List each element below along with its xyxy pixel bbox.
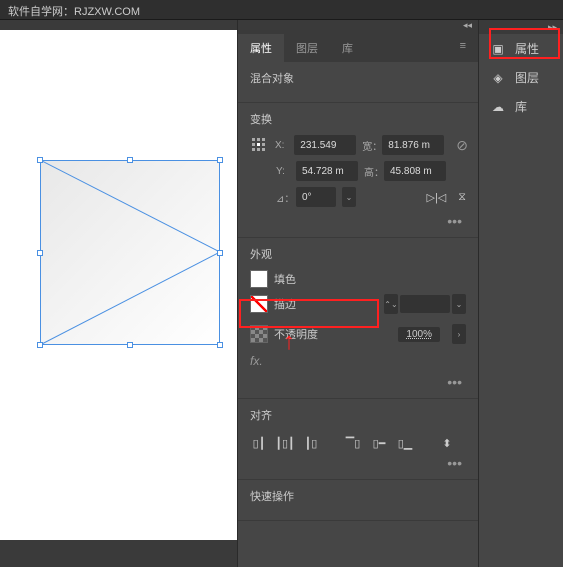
y-input[interactable] [296, 161, 358, 181]
handle-mid-left[interactable] [37, 250, 43, 256]
watermark-text: 软件自学网：RJZXW.COM [8, 6, 140, 18]
opacity-row: 不透明度 100% › [250, 320, 466, 348]
handle-top-mid[interactable] [127, 157, 133, 163]
handle-top-left[interactable] [37, 157, 43, 163]
canvas-area[interactable] [0, 20, 237, 567]
handle-top-right[interactable] [217, 157, 223, 163]
watermark-bar: 软件自学网：RJZXW.COM [0, 0, 563, 20]
quick-title: 快速操作 [250, 488, 466, 504]
transform-title: 变换 [250, 111, 466, 127]
appearance-section: 外观 填色 描边 ⌃⌄ ⌄ 不透明度 100% › f [238, 238, 478, 399]
align-hcenter[interactable]: ┃▯┃ [276, 435, 294, 451]
align-right[interactable]: ┃▯ [302, 435, 320, 451]
stroke-label: 描边 [274, 296, 378, 312]
align-section: 对齐 ▯┃ ┃▯┃ ┃▯ ▔▯ ▯━ ▯▁ ⬍ ••• [238, 399, 478, 480]
transform-more[interactable]: ••• [250, 213, 466, 229]
handle-bot-left[interactable] [37, 342, 43, 348]
side-label-properties: 属性 [515, 40, 539, 57]
appearance-title: 外观 [250, 246, 466, 262]
h-label: 高： [364, 164, 378, 179]
fill-label: 填色 [274, 271, 466, 287]
stroke-weight[interactable]: ⌃⌄ ⌄ [384, 294, 466, 314]
side-panel-tabs: ▸▸ ▣ 属性 ◈ 图层 ☁ 库 [478, 20, 563, 567]
angle-dropdown[interactable]: ⌄ [342, 187, 356, 207]
handle-bot-mid[interactable] [127, 342, 133, 348]
align-top[interactable]: ▔▯ [344, 435, 362, 451]
link-icon[interactable]: ⊘ [456, 137, 468, 154]
side-label-library: 库 [515, 98, 527, 115]
panel-collapse-icon[interactable]: ◂◂ [238, 20, 478, 34]
align-vcenter[interactable]: ▯━ [370, 435, 388, 451]
angle-label: ⊿： [276, 190, 290, 205]
flip-h-icon[interactable]: ▷|◁ [426, 191, 446, 204]
align-title: 对齐 [250, 407, 466, 423]
x-input[interactable] [294, 135, 356, 155]
x-label: X: [275, 140, 288, 151]
opacity-swatch[interactable] [250, 325, 268, 343]
fx-icon[interactable]: fx. [250, 354, 263, 368]
properties-panel: ◂◂ 属性 图层 库 ≡ 混合对象 变换 X: 宽： ⊘ [237, 20, 478, 567]
transform-section: 变换 X: 宽： ⊘ Y: 高： ⊿： [238, 103, 478, 238]
distribute-v[interactable]: ⬍ [438, 435, 456, 451]
opacity-label: 不透明度 [274, 326, 392, 342]
flip-v-icon[interactable]: ⧖ [458, 191, 466, 204]
selected-object[interactable] [40, 160, 220, 345]
w-label: 宽： [362, 138, 376, 153]
stroke-swatch[interactable] [250, 295, 268, 313]
reference-point-icon[interactable] [250, 135, 269, 155]
properties-icon: ▣ [489, 41, 507, 57]
tab-properties[interactable]: 属性 [238, 34, 284, 62]
align-more[interactable]: ••• [250, 455, 466, 471]
tab-layers[interactable]: 图层 [284, 34, 330, 62]
side-label-layers: 图层 [515, 69, 539, 86]
side-tab-properties[interactable]: ▣ 属性 [479, 34, 563, 63]
handle-mid-right[interactable] [217, 250, 223, 256]
stroke-row: 描边 ⌃⌄ ⌄ [250, 294, 466, 314]
y-label: Y: [276, 166, 290, 177]
fill-row: 填色 [250, 270, 466, 288]
quick-section: 快速操作 [238, 480, 478, 521]
side-tab-library[interactable]: ☁ 库 [479, 92, 563, 121]
blend-section: 混合对象 [238, 62, 478, 103]
panel-menu-icon[interactable]: ≡ [448, 34, 478, 62]
align-left[interactable]: ▯┃ [250, 435, 268, 451]
width-input[interactable] [382, 135, 444, 155]
layers-icon: ◈ [489, 70, 507, 86]
appearance-more[interactable]: ••• [250, 374, 466, 390]
blend-title: 混合对象 [250, 70, 466, 86]
angle-input[interactable] [296, 187, 336, 207]
handle-bot-right[interactable] [217, 342, 223, 348]
panel-tabs: 属性 图层 库 ≡ [238, 34, 478, 62]
fill-swatch[interactable] [250, 270, 268, 288]
opacity-expand[interactable]: › [452, 324, 466, 344]
library-icon: ☁ [489, 99, 507, 115]
align-bottom[interactable]: ▯▁ [396, 435, 414, 451]
opacity-value[interactable]: 100% [398, 327, 440, 342]
height-input[interactable] [384, 161, 446, 181]
sidebar-collapse[interactable]: ▸▸ [479, 20, 563, 34]
tab-library[interactable]: 库 [330, 34, 365, 62]
side-tab-layers[interactable]: ◈ 图层 [479, 63, 563, 92]
